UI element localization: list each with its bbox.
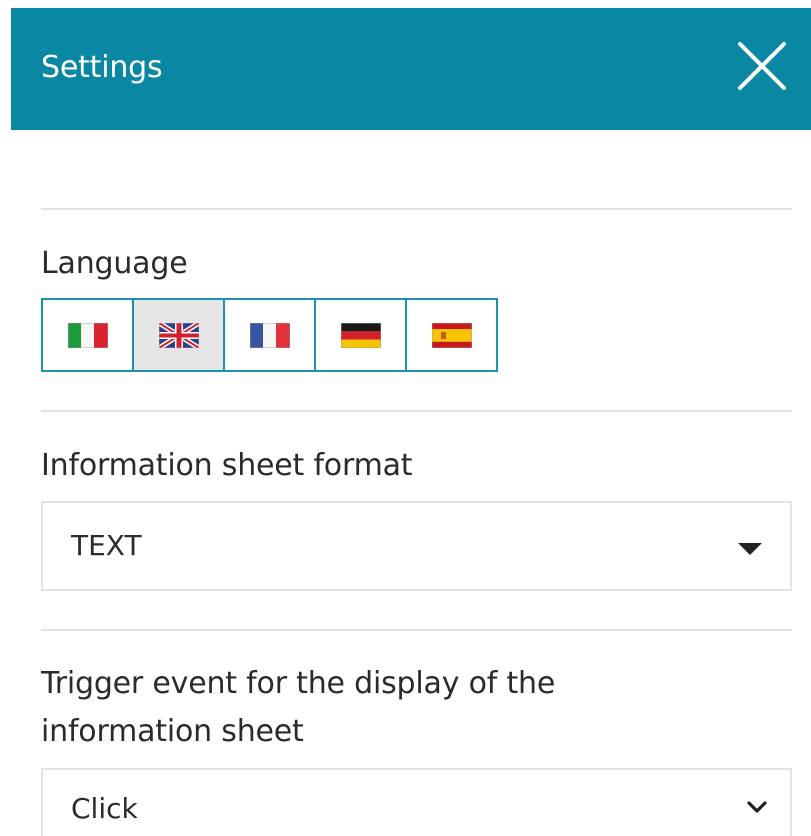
flag-france-icon	[249, 322, 290, 348]
language-selector	[41, 298, 498, 372]
close-button[interactable]	[736, 40, 788, 92]
language-option-italian[interactable]	[41, 298, 134, 372]
flag-italy-icon	[67, 322, 108, 348]
divider	[41, 629, 792, 631]
header-title: Settings	[41, 50, 163, 85]
close-icon	[738, 42, 786, 90]
chevron-down-icon	[747, 801, 767, 813]
caret-down-icon	[738, 543, 762, 555]
divider	[41, 208, 792, 210]
settings-header: Settings	[11, 8, 811, 130]
divider	[41, 410, 792, 412]
flag-uk-icon	[158, 322, 199, 348]
trigger-label-line1: Trigger event for the display of the	[41, 666, 556, 701]
info-format-label: Information sheet format	[41, 448, 413, 483]
language-option-english[interactable]	[132, 298, 225, 372]
language-option-spanish[interactable]	[405, 298, 498, 372]
flag-germany-icon	[340, 322, 381, 348]
info-format-select[interactable]: TEXT	[41, 501, 792, 591]
language-label: Language	[41, 246, 188, 281]
flag-spain-icon	[431, 322, 472, 348]
language-option-french[interactable]	[223, 298, 316, 372]
trigger-value: Click	[71, 792, 138, 825]
trigger-label-line2: information sheet	[41, 714, 304, 749]
settings-panel: Settings Language Information sheet form…	[0, 0, 811, 836]
language-option-german[interactable]	[314, 298, 407, 372]
info-format-value: TEXT	[71, 529, 142, 562]
trigger-select[interactable]: Click	[41, 768, 792, 836]
